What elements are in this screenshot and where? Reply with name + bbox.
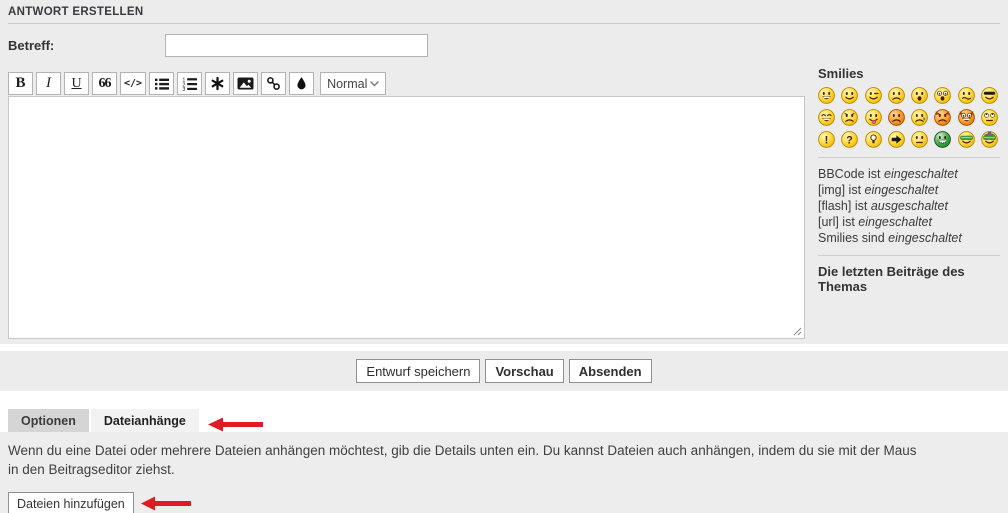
tab-options[interactable]: Optionen bbox=[8, 409, 89, 432]
smilies-sidebar: Smilies !? BBCode ist eingeschaltet [img… bbox=[818, 57, 1000, 339]
add-files-button[interactable]: Dateien hinzufügen bbox=[8, 492, 134, 513]
font-color-button[interactable] bbox=[289, 72, 314, 95]
smiley-razz-icon[interactable] bbox=[865, 109, 882, 126]
image-button[interactable] bbox=[233, 72, 258, 95]
smiley-very-happy-icon[interactable] bbox=[818, 87, 835, 104]
smiley-shocked-icon[interactable] bbox=[934, 87, 951, 104]
red-arrow-annotation bbox=[208, 417, 263, 432]
editor-column: B I U 66 </> 123 Normal bbox=[8, 57, 805, 339]
smiley-neutral-icon[interactable] bbox=[911, 131, 928, 148]
editor-toolbar: B I U 66 </> 123 Normal bbox=[8, 72, 805, 95]
tab-attachments[interactable]: Dateianhänge bbox=[91, 409, 199, 432]
underline-button[interactable]: U bbox=[64, 72, 89, 95]
message-box bbox=[8, 96, 805, 339]
link-icon bbox=[266, 76, 281, 91]
italic-button[interactable]: I bbox=[36, 72, 61, 95]
smiley-sad-icon[interactable] bbox=[888, 87, 905, 104]
bbcode-status-line: [img] ist eingeschaltet bbox=[818, 182, 1000, 198]
svg-text:!: ! bbox=[825, 134, 829, 146]
smiley-embarrassed-icon[interactable] bbox=[888, 109, 905, 126]
attach-actions: Dateien hinzufügen bbox=[8, 492, 1000, 513]
message-textarea[interactable] bbox=[8, 96, 805, 339]
smiley-rolleyes-icon[interactable] bbox=[981, 109, 998, 126]
smilies-title: Smilies bbox=[818, 66, 1000, 81]
actions-strip: Entwurf speichern Vorschau Absenden bbox=[0, 351, 1008, 391]
code-glyph: </> bbox=[124, 78, 142, 89]
italic-glyph: I bbox=[46, 75, 51, 92]
smiley-arrow-icon[interactable] bbox=[888, 131, 905, 148]
red-arrow-annotation bbox=[141, 496, 191, 511]
attachments-panel: Wenn du eine Datei oder mehrere Dateien … bbox=[0, 432, 1008, 513]
smiley-uber-geek-icon[interactable] bbox=[981, 131, 998, 148]
subject-row: Betreff: bbox=[8, 24, 1000, 57]
panel-title: ANTWORT ERSTELLEN bbox=[8, 6, 143, 18]
bbcode-status-line: [flash] ist ausgeschaltet bbox=[818, 198, 1000, 214]
bold-button[interactable]: B bbox=[8, 72, 33, 95]
smiley-mad-icon[interactable] bbox=[841, 109, 858, 126]
attachments-description: Wenn du eine Datei oder mehrere Dateien … bbox=[8, 441, 926, 479]
smiley-exclamation-icon[interactable]: ! bbox=[818, 131, 835, 148]
list-item-button[interactable] bbox=[205, 72, 230, 95]
submit-button[interactable]: Absenden bbox=[569, 359, 652, 383]
subject-input[interactable] bbox=[165, 34, 428, 57]
bullet-list-icon bbox=[154, 76, 170, 92]
editor-wrap: B I U 66 </> 123 Normal Smilies !? BBCode ist… bbox=[8, 57, 1000, 339]
panel-header: ANTWORT ERSTELLEN bbox=[8, 0, 1000, 24]
tabs-row: Optionen Dateianhänge bbox=[8, 409, 1008, 432]
smiley-cool-icon[interactable] bbox=[981, 87, 998, 104]
recent-posts-heading: Die letzten Beiträge des Themas bbox=[818, 264, 1000, 294]
svg-text:3: 3 bbox=[182, 87, 185, 92]
link-button[interactable] bbox=[261, 72, 286, 95]
smiley-smile-icon[interactable] bbox=[841, 87, 858, 104]
bbcode-status-list: BBCode ist eingeschaltet [img] ist einge… bbox=[818, 166, 1000, 246]
smiley-surprised-icon[interactable] bbox=[911, 87, 928, 104]
chevron-down-icon bbox=[370, 81, 379, 87]
quote-button[interactable]: 66 bbox=[92, 72, 117, 95]
smiley-twisted-icon[interactable] bbox=[958, 109, 975, 126]
smiley-idea-icon[interactable] bbox=[865, 131, 882, 148]
code-button[interactable]: </> bbox=[120, 72, 146, 95]
image-icon bbox=[237, 76, 254, 91]
divider bbox=[818, 255, 1000, 256]
underline-glyph: U bbox=[71, 76, 81, 92]
smiley-evil-icon[interactable] bbox=[934, 109, 951, 126]
smiley-confused-icon[interactable] bbox=[958, 87, 975, 104]
save-draft-button[interactable]: Entwurf speichern bbox=[356, 359, 480, 383]
quote-glyph: 66 bbox=[99, 76, 111, 92]
smiley-wink-icon[interactable] bbox=[865, 87, 882, 104]
reply-form-panel: ANTWORT ERSTELLEN Betreff: B I U 66 </> 123 N… bbox=[0, 0, 1008, 344]
left-arrow-icon bbox=[208, 417, 263, 432]
smiley-geek-icon[interactable] bbox=[958, 131, 975, 148]
divider bbox=[818, 157, 1000, 158]
bbcode-status-line: Smilies sind eingeschaltet bbox=[818, 230, 1000, 246]
left-arrow-icon bbox=[141, 496, 191, 511]
subject-label: Betreff: bbox=[8, 38, 165, 53]
smiley-question-icon[interactable]: ? bbox=[841, 131, 858, 148]
ordered-list-button[interactable]: 123 bbox=[177, 72, 202, 95]
smiley-laughing-icon[interactable] bbox=[818, 109, 835, 126]
bbcode-status-line: BBCode ist eingeschaltet bbox=[818, 166, 1000, 182]
smiley-grid: !? bbox=[818, 87, 998, 148]
droplet-icon bbox=[295, 76, 308, 91]
smiley-mr-green-icon[interactable] bbox=[934, 131, 951, 148]
format-select[interactable]: Normal bbox=[320, 72, 386, 95]
bbcode-status-line: [url] ist eingeschaltet bbox=[818, 214, 1000, 230]
format-select-value: Normal bbox=[327, 77, 367, 91]
svg-text:?: ? bbox=[846, 134, 853, 146]
asterisk-icon bbox=[210, 76, 225, 91]
smiley-crying-icon[interactable] bbox=[911, 109, 928, 126]
ordered-list-icon: 123 bbox=[182, 76, 198, 92]
preview-button[interactable]: Vorschau bbox=[485, 359, 563, 383]
bullet-list-button[interactable] bbox=[149, 72, 174, 95]
bold-glyph: B bbox=[15, 75, 25, 92]
